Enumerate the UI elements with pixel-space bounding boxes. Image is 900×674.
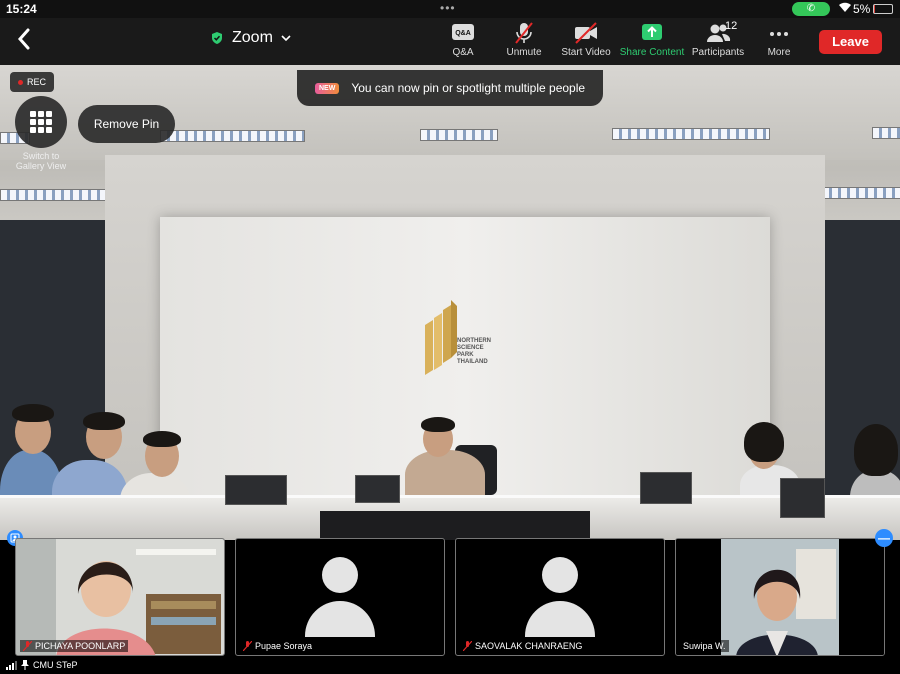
logo-wordmark: NORTHERN SCIENCE PARK THAILAND bbox=[457, 338, 491, 365]
status-bar: 15:24 ••• ✆ 5% bbox=[0, 0, 900, 18]
ceiling-light bbox=[0, 189, 108, 201]
feature-toast[interactable]: NEW You can now pin or spotlight multipl… bbox=[297, 70, 603, 106]
participant-count: 12 bbox=[725, 20, 738, 32]
gallery-view-label: Switch to Gallery View bbox=[15, 151, 67, 171]
mic-muted-icon bbox=[463, 641, 472, 651]
laptop bbox=[225, 475, 287, 505]
qa-icon: Q&A bbox=[452, 24, 474, 40]
svg-text:Q&A: Q&A bbox=[455, 30, 471, 37]
ceiling-light bbox=[160, 130, 305, 142]
signal-strength-icon bbox=[6, 660, 17, 670]
participants-label: Participants bbox=[691, 47, 745, 58]
laptop bbox=[355, 475, 400, 503]
multitasking-dots-icon[interactable]: ••• bbox=[440, 1, 456, 15]
avatar-placeholder-icon bbox=[542, 557, 578, 593]
participant-tile[interactable]: Pupae Soraya bbox=[235, 538, 445, 656]
grid-icon bbox=[30, 111, 52, 133]
person-hair bbox=[83, 412, 125, 430]
ceiling-light bbox=[612, 128, 770, 140]
chevron-down-icon bbox=[281, 35, 291, 42]
connection-footer: CMU STeP bbox=[0, 656, 900, 674]
table-front bbox=[320, 511, 590, 540]
recording-indicator[interactable]: REC bbox=[10, 72, 55, 92]
share-content-button[interactable]: Share Content bbox=[617, 22, 687, 58]
participant-name: PICHAYA POONLARP bbox=[35, 641, 126, 651]
clock: 15:24 bbox=[6, 2, 37, 16]
gallery-view-button[interactable] bbox=[15, 96, 67, 148]
participant-name: SAOVALAK CHANRAENG bbox=[475, 641, 583, 651]
battery-icon bbox=[873, 4, 893, 14]
meeting-name: Zoom bbox=[232, 29, 273, 46]
pinned-speaker-label: CMU STeP bbox=[33, 660, 78, 670]
collapse-thumbnails-icon[interactable]: — bbox=[875, 529, 893, 547]
start-video-label: Start Video bbox=[561, 47, 611, 58]
participants-button[interactable]: 12 Participants bbox=[683, 20, 753, 58]
laptop bbox=[640, 472, 692, 504]
person-hair bbox=[854, 424, 898, 476]
person-hair bbox=[12, 404, 54, 422]
more-label: More bbox=[767, 47, 791, 58]
unmute-button[interactable]: Unmute bbox=[489, 22, 559, 58]
participant-tile[interactable]: PICHAYA POONLARP bbox=[15, 538, 225, 656]
mic-muted-icon bbox=[515, 22, 533, 44]
video-off-icon bbox=[575, 22, 597, 44]
new-badge: NEW bbox=[315, 82, 340, 94]
participant-name-tag: Pupae Soraya bbox=[240, 640, 316, 652]
share-screen-icon bbox=[642, 24, 662, 40]
start-video-button[interactable]: Start Video bbox=[551, 22, 621, 58]
person-hair bbox=[421, 417, 455, 432]
avatar-placeholder-icon bbox=[322, 557, 358, 593]
leave-button[interactable]: Leave bbox=[819, 30, 882, 54]
avatar-placeholder-body bbox=[305, 601, 375, 637]
person-hair bbox=[143, 431, 181, 447]
toast-text: You can now pin or spotlight multiple pe… bbox=[351, 81, 586, 95]
qa-label: Q&A bbox=[452, 47, 474, 58]
shield-check-icon bbox=[212, 32, 222, 44]
qa-button[interactable]: Q&A Q&A bbox=[428, 22, 498, 58]
participant-tile[interactable]: SAOVALAK CHANRAENG bbox=[455, 538, 665, 656]
participant-name-tag: SAOVALAK CHANRAENG bbox=[460, 640, 586, 652]
ceiling-light bbox=[822, 187, 900, 199]
mic-muted-icon bbox=[23, 641, 32, 651]
participant-tile[interactable]: Suwipa W. bbox=[675, 538, 885, 656]
ceiling-light bbox=[420, 129, 498, 141]
person-hair bbox=[744, 422, 784, 462]
more-button[interactable]: More bbox=[744, 22, 814, 58]
avatar-placeholder-body bbox=[525, 601, 595, 637]
unmute-label: Unmute bbox=[506, 47, 542, 58]
participant-name-tag: PICHAYA POONLARP bbox=[20, 640, 129, 652]
mic-muted-icon bbox=[243, 641, 252, 651]
participant-name: Pupae Soraya bbox=[255, 641, 313, 651]
share-content-label: Share Content bbox=[619, 47, 685, 58]
participant-video bbox=[16, 539, 224, 655]
pin-icon bbox=[21, 660, 29, 670]
record-dot-icon bbox=[18, 79, 23, 85]
more-icon bbox=[770, 32, 788, 36]
laptop bbox=[780, 478, 825, 518]
participant-name: Suwipa W. bbox=[683, 641, 726, 651]
rec-label: REC bbox=[27, 77, 47, 87]
participant-name-tag: Suwipa W. bbox=[680, 640, 729, 652]
active-call-icon[interactable]: ✆ bbox=[792, 2, 830, 16]
remove-pin-button[interactable]: Remove Pin bbox=[78, 105, 175, 143]
wifi-icon bbox=[838, 1, 852, 16]
battery-percent: 5% bbox=[853, 2, 871, 16]
back-chevron-icon[interactable] bbox=[12, 24, 36, 54]
meeting-toolbar: Zoom Q&A Q&A Unmute Start Video Share Co… bbox=[0, 18, 900, 65]
participant-video bbox=[676, 539, 884, 655]
meeting-title-dropdown[interactable]: Zoom bbox=[210, 29, 291, 47]
ceiling-light bbox=[872, 127, 900, 139]
